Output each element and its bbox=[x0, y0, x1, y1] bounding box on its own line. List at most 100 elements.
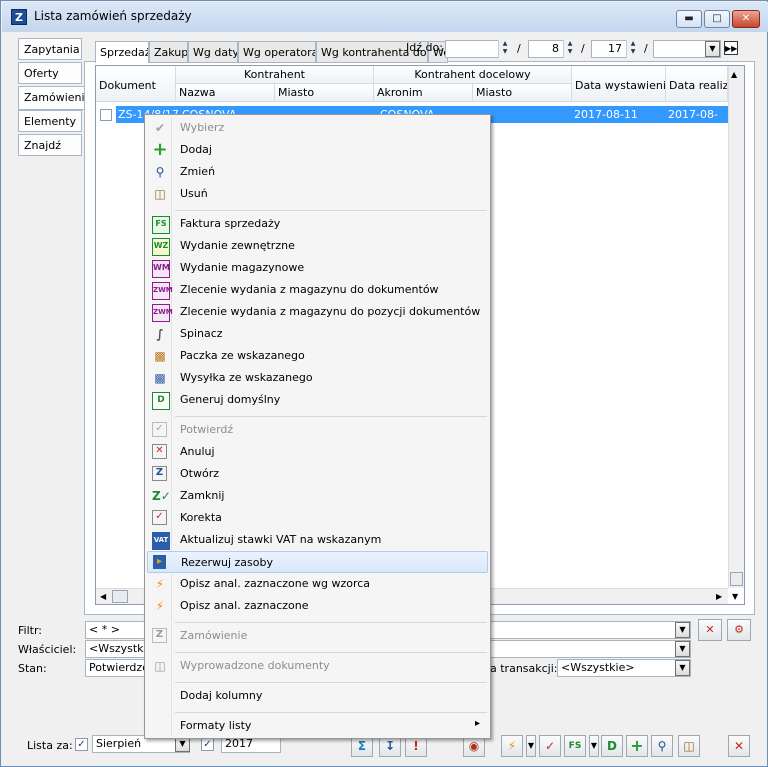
year-checkbox[interactable]: ✓ bbox=[201, 738, 214, 751]
maximize-button[interactable]: □ bbox=[704, 10, 730, 28]
menu-item-aktualizuj-vat[interactable]: VAT Aktualizuj stawki VAT na wskazanym bbox=[147, 529, 488, 551]
menu-item-potwierdz[interactable]: ✓ Potwierdź bbox=[147, 419, 488, 441]
menu-item-zlecenie-wydania-pozycji[interactable]: ZWM Zlecenie wydania z magazynu do pozyc… bbox=[147, 301, 488, 323]
chevron-down-icon[interactable]: ▼ bbox=[675, 660, 690, 676]
lightning-icon: ⚡ bbox=[155, 599, 165, 613]
filtr-label: Filtr: bbox=[18, 624, 42, 637]
date-separator-2: / bbox=[581, 42, 585, 55]
plus-icon: + bbox=[152, 139, 168, 160]
filter-settings-icon[interactable]: ⚙ bbox=[727, 619, 751, 641]
lista-za-checkbox[interactable]: ✓ bbox=[75, 738, 88, 751]
submenu-arrow-icon: ▸ bbox=[475, 718, 481, 729]
side-tab-zapytania[interactable]: Zapytania bbox=[18, 38, 82, 60]
menu-separator bbox=[175, 416, 487, 417]
side-tab-elementy[interactable]: Elementy bbox=[18, 110, 82, 132]
menu-item-paczka[interactable]: ▩ Paczka ze wskazanego bbox=[147, 345, 488, 367]
menu-item-generuj-domyslny[interactable]: D Generuj domyślny bbox=[147, 389, 488, 411]
tab-wg-operatora[interactable]: Wg operatora bbox=[238, 41, 316, 63]
title-bar[interactable]: Z Lista zamówień sprzedaży ▬ □ ✕ bbox=[2, 2, 768, 32]
menu-item-zamknij[interactable]: Z✓ Zamknij bbox=[147, 485, 488, 507]
context-menu: ✔ Wybierz + Dodaj ⚲ Zmień ◫ Usuń FS Fakt… bbox=[144, 114, 491, 739]
menu-item-anuluj[interactable]: ✕ Anuluj bbox=[147, 441, 488, 463]
chevron-down-icon[interactable]: ▼ bbox=[526, 735, 536, 757]
month-spinner[interactable]: ▲ ▼ bbox=[563, 40, 576, 58]
side-tab-oferty[interactable]: Oferty bbox=[18, 62, 82, 84]
scroll-thumb[interactable] bbox=[730, 572, 743, 586]
menu-item-wysylka[interactable]: ▩ Wysyłka ze wskazanego bbox=[147, 367, 488, 389]
chevron-down-icon[interactable]: ▼ bbox=[675, 622, 690, 638]
generate-default-icon[interactable]: D bbox=[601, 735, 623, 757]
day-spinner[interactable]: ▲ ▼ bbox=[626, 40, 639, 58]
menu-item-wydanie-magazynowe[interactable]: WM Wydanie magazynowe bbox=[147, 257, 488, 279]
menu-item-zlecenie-wydania-dokumentow[interactable]: ZWM Zlecenie wydania z magazynu do dokum… bbox=[147, 279, 488, 301]
lightning-icon[interactable]: ⚡ bbox=[501, 735, 523, 757]
menu-item-wyprowadzone-dokumenty[interactable]: ◫ Wyprowadzone dokumenty bbox=[147, 655, 488, 677]
scroll-down-icon[interactable]: ▼ bbox=[732, 592, 738, 601]
chevron-down-icon[interactable]: ▼ bbox=[705, 41, 720, 57]
h-scroll-thumb[interactable] bbox=[112, 590, 128, 603]
menu-separator bbox=[175, 622, 487, 623]
col-header-data-wystawienia[interactable]: Data wystawienia bbox=[572, 66, 666, 102]
col-header-miasto-docelowy[interactable]: Miasto bbox=[473, 84, 572, 102]
menu-item-usun[interactable]: ◫ Usuń bbox=[147, 183, 488, 205]
menu-item-zmien[interactable]: ⚲ Zmień bbox=[147, 161, 488, 183]
vertical-scrollbar[interactable]: ▲ bbox=[728, 66, 744, 588]
magnifier-icon[interactable]: ⚲ bbox=[651, 735, 673, 757]
cell-data-wystawienia: 2017-08-11 bbox=[574, 108, 638, 121]
close-window-button[interactable]: ✕ bbox=[732, 10, 760, 28]
menu-item-rezerwuj-zasoby[interactable]: ▸ Rezerwuj zasoby bbox=[147, 551, 488, 573]
chevron-down-icon[interactable]: ▼ bbox=[675, 641, 690, 657]
menu-item-dodaj[interactable]: + Dodaj bbox=[147, 139, 488, 161]
fast-forward-icon[interactable]: ▶▶ bbox=[724, 41, 738, 55]
zwm-icon: ZWM bbox=[152, 282, 173, 300]
menu-item-formaty-listy[interactable]: Formaty listy ▸ bbox=[147, 715, 488, 737]
col-group-kontrahent-docelowy: Kontrahent docelowy bbox=[374, 66, 572, 84]
col-header-akronim[interactable]: Akronim bbox=[374, 84, 473, 102]
col-header-dokument[interactable]: Dokument bbox=[96, 66, 176, 102]
tab-zakup[interactable]: Zakup bbox=[149, 41, 188, 63]
menu-item-dodaj-kolumny[interactable]: Dodaj kolumny bbox=[147, 685, 488, 707]
year-spinner[interactable]: ▲ ▼ bbox=[498, 40, 511, 58]
zwm-icon: ZWM bbox=[152, 304, 173, 322]
side-tab-zamowienia[interactable]: Zamówienia bbox=[18, 86, 91, 110]
menu-item-korekta[interactable]: ✓ Korekta bbox=[147, 507, 488, 529]
fs-icon: FS bbox=[152, 216, 170, 234]
scroll-right-icon[interactable]: ▶ bbox=[716, 592, 722, 601]
menu-item-otworz[interactable]: Z Otwórz bbox=[147, 463, 488, 485]
col-header-nazwa[interactable]: Nazwa bbox=[176, 84, 275, 102]
menu-item-opisz-wg-wzorca[interactable]: ⚡ Opisz anal. zaznaczone wg wzorca bbox=[147, 573, 488, 595]
menu-item-zamowienie[interactable]: Z Zamówienie bbox=[147, 625, 488, 647]
trash-icon[interactable]: ◫ bbox=[678, 735, 700, 757]
col-group-kontrahent: Kontrahent bbox=[176, 66, 374, 84]
menu-item-wybierz[interactable]: ✔ Wybierz bbox=[147, 117, 488, 139]
paperclip-icon: ∫ bbox=[156, 327, 164, 341]
row-checkbox[interactable] bbox=[100, 109, 112, 121]
app-icon: Z bbox=[11, 9, 27, 25]
menu-item-faktura-sprzedazy[interactable]: FS Faktura sprzedaży bbox=[147, 213, 488, 235]
wm-icon: WM bbox=[152, 260, 170, 278]
col-header-data-realizacji[interactable]: Data realizac bbox=[666, 66, 728, 102]
menu-item-spinacz[interactable]: ∫ Spinacz bbox=[147, 323, 488, 345]
tab-sprzedaz[interactable]: Sprzedaż bbox=[95, 41, 149, 63]
close-icon[interactable]: ✕ bbox=[728, 735, 750, 757]
lightning-pattern-icon: ⚡ bbox=[155, 577, 165, 591]
transakcja-select[interactable]: <Wszystkie> bbox=[557, 659, 691, 677]
plus-icon[interactable]: + bbox=[626, 735, 648, 757]
chevron-down-icon[interactable]: ▼ bbox=[589, 735, 599, 757]
tab-wg-daty[interactable]: Wg daty bbox=[188, 41, 238, 63]
fs-icon[interactable]: FS bbox=[564, 735, 586, 757]
scroll-up-icon[interactable]: ▲ bbox=[731, 70, 737, 79]
col-header-miasto[interactable]: Miasto bbox=[275, 84, 374, 102]
lista-za-label: Lista za: bbox=[27, 739, 73, 752]
menu-item-wydanie-zewnetrzne[interactable]: WZ Wydanie zewnętrzne bbox=[147, 235, 488, 257]
menu-separator bbox=[175, 210, 487, 211]
minimize-button[interactable]: ▬ bbox=[676, 10, 702, 28]
scroll-left-icon[interactable]: ◀ bbox=[100, 592, 106, 601]
close-doc-icon: Z✓ bbox=[152, 489, 171, 503]
confirm-icon[interactable]: ✓ bbox=[539, 735, 561, 757]
order-icon: Z bbox=[152, 628, 167, 643]
side-tab-znajdz[interactable]: Znajdź bbox=[18, 134, 82, 156]
clear-filter-icon[interactable]: ✕ bbox=[698, 619, 722, 641]
cancel-icon: ✕ bbox=[152, 444, 167, 459]
menu-item-opisz-zaznaczone[interactable]: ⚡ Opisz anal. zaznaczone bbox=[147, 595, 488, 617]
